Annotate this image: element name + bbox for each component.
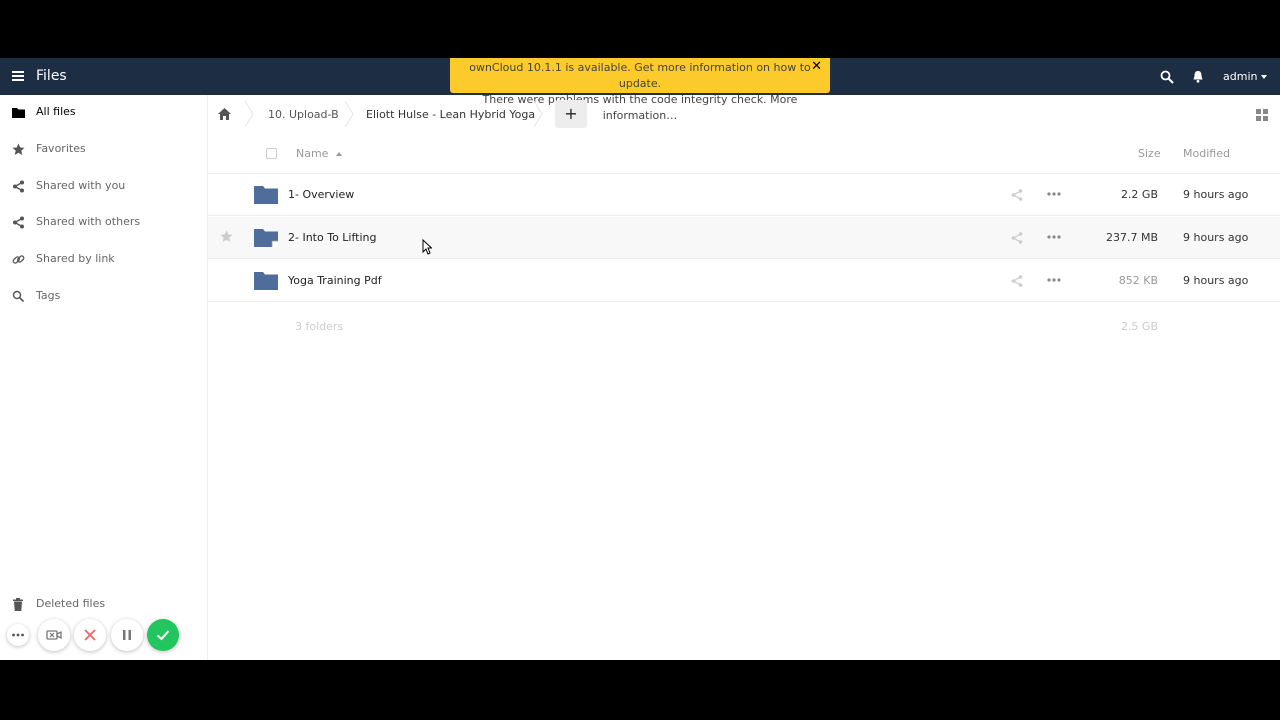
summary-folder-count: 3 folders	[295, 320, 344, 333]
file-name[interactable]: Yoga Training Pdf	[288, 274, 382, 287]
recorder-pause-button[interactable]	[111, 619, 143, 651]
share-icon	[13, 216, 24, 229]
top-header: Files ownCloud 10.1.1 is available. Get …	[0, 58, 1280, 122]
breadcrumb-separator	[344, 101, 354, 127]
column-size-header[interactable]: Size	[1138, 147, 1161, 160]
recorder-camera-button[interactable]	[38, 619, 70, 651]
file-modified: 9 hours ago	[1183, 274, 1249, 287]
recorder-cancel-button[interactable]	[74, 619, 106, 651]
sidebar-item-shared-by-link[interactable]: Shared by link	[0, 245, 208, 275]
sidebar-item-shared-with-others[interactable]: Shared with others	[0, 208, 208, 238]
more-options-icon[interactable]	[1046, 273, 1062, 287]
breadcrumb: 10. Upload-B Eliott Hulse - Lean Hybrid …	[208, 95, 1280, 135]
bell-icon[interactable]	[1192, 70, 1204, 83]
file-size: 2.2 GB	[1120, 188, 1158, 201]
summary-total-size: 2.5 GB	[1120, 320, 1158, 333]
sidebar-item-label: Deleted files	[36, 597, 106, 610]
sidebar-item-label: All files	[36, 105, 76, 118]
trash-icon	[13, 598, 23, 611]
close-icon	[84, 629, 96, 641]
user-name: admin	[1223, 70, 1258, 83]
recorder-finish-button[interactable]	[147, 619, 179, 651]
more-options-icon	[12, 633, 24, 637]
file-list-header: Name Size Modified	[208, 136, 1280, 174]
sidebar-item-label: Tags	[36, 289, 61, 302]
file-modified: 9 hours ago	[1183, 231, 1249, 244]
sidebar-item-deleted-files[interactable]: Deleted files	[0, 590, 208, 620]
folder-icon[interactable]	[254, 185, 278, 204]
sidebar-item-label: Shared with you	[36, 179, 126, 192]
file-size: 852 KB	[1118, 274, 1158, 287]
recorder-more-button[interactable]	[7, 624, 29, 646]
folder-icon[interactable]	[254, 271, 278, 290]
sidebar-item-shared-with-you[interactable]: Shared with you	[0, 172, 208, 202]
pause-icon	[123, 630, 131, 640]
share-icon[interactable]	[1011, 232, 1023, 244]
app-window: Files ownCloud 10.1.1 is available. Get …	[0, 58, 1280, 660]
share-icon[interactable]	[1011, 189, 1023, 201]
column-name-label: Name	[296, 147, 329, 160]
file-modified: 9 hours ago	[1183, 188, 1249, 201]
file-name[interactable]: 1- Overview	[288, 188, 354, 201]
breadcrumb-separator	[244, 101, 254, 127]
column-name-header[interactable]: Name	[296, 147, 343, 160]
table-row[interactable]: 2- Into To Lifting 237.7 MB 9 hours ago	[208, 217, 1280, 259]
check-icon	[156, 630, 170, 641]
more-options-icon[interactable]	[1046, 230, 1062, 244]
folder-icon	[12, 108, 25, 118]
sidebar-item-label: Shared by link	[36, 252, 115, 265]
file-name[interactable]: 2- Into To Lifting	[288, 231, 376, 244]
table-row[interactable]: 1- Overview 2.2 GB 9 hours ago	[208, 174, 1280, 216]
sidebar-item-tags[interactable]: Tags	[0, 282, 208, 312]
home-icon[interactable]	[218, 108, 231, 120]
search-icon[interactable]	[1160, 70, 1174, 84]
sidebar-item-all-files[interactable]: All files	[0, 98, 208, 128]
chevron-down-icon	[1261, 75, 1268, 79]
new-button[interactable]: +	[555, 100, 587, 128]
star-icon[interactable]	[220, 230, 233, 243]
share-icon[interactable]	[1011, 275, 1023, 287]
share-icon	[13, 180, 24, 193]
camera-off-icon	[46, 630, 62, 640]
select-all-checkbox[interactable]	[266, 148, 277, 159]
close-icon[interactable]: ✕	[811, 59, 822, 75]
more-options-icon[interactable]	[1046, 187, 1062, 201]
star-icon	[12, 143, 25, 155]
file-size: 237.7 MB	[1105, 231, 1158, 244]
breadcrumb-item-upload-b[interactable]: 10. Upload-B	[268, 108, 339, 121]
app-title[interactable]: Files	[36, 68, 67, 84]
folder-icon[interactable]	[254, 228, 278, 247]
sidebar-item-label: Shared with others	[36, 215, 141, 228]
link-icon	[12, 255, 25, 264]
sidebar-item-favorites[interactable]: Favorites	[0, 135, 208, 165]
breadcrumb-separator	[533, 101, 543, 127]
update-notice[interactable]: ownCloud 10.1.1 is available. Get more i…	[450, 58, 830, 122]
menu-icon[interactable]	[12, 71, 24, 81]
sort-asc-icon	[336, 152, 343, 156]
tag-search-icon	[12, 290, 25, 303]
user-menu[interactable]: admin	[1223, 70, 1268, 83]
grid-view-icon[interactable]	[1256, 109, 1268, 121]
sidebar: All files Favorites Shared with you Shar…	[0, 95, 208, 660]
notice-update-text[interactable]: ownCloud 10.1.1 is available. Get more i…	[450, 60, 830, 92]
sidebar-item-label: Favorites	[36, 142, 86, 155]
breadcrumb-item-current[interactable]: Eliott Hulse - Lean Hybrid Yoga	[366, 108, 535, 121]
column-modified-header[interactable]: Modified	[1183, 147, 1230, 160]
table-row[interactable]: Yoga Training Pdf 852 KB 9 hours ago	[208, 260, 1280, 302]
